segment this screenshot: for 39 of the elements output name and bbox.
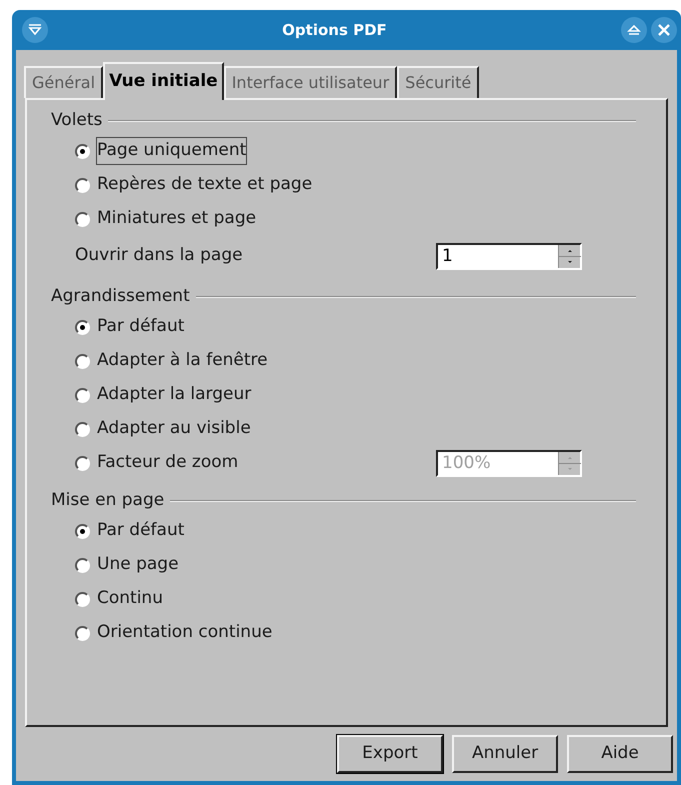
group-title: Agrandissement — [51, 285, 190, 308]
group-title: Mise en page — [51, 489, 164, 512]
spin-field[interactable]: 1 — [436, 242, 582, 270]
dialog-button[interactable]: Annuler — [452, 735, 558, 773]
dialog-button[interactable]: Aide — [567, 735, 673, 773]
radio-button[interactable] — [75, 456, 90, 470]
radio-button[interactable] — [75, 212, 90, 226]
radio-button[interactable] — [75, 558, 90, 572]
radio-button[interactable] — [75, 524, 90, 538]
radio-label: Repères de texte et page — [97, 173, 312, 196]
radio-label: Adapter à la fenêtre — [97, 349, 268, 372]
radio-button[interactable] — [75, 144, 90, 158]
close-icon[interactable] — [651, 17, 677, 43]
radio-button[interactable] — [75, 592, 90, 606]
field-label: Ouvrir dans la page — [75, 244, 243, 268]
radio-label: Une page — [97, 553, 179, 576]
tab[interactable]: Interface utilisateur — [224, 66, 398, 98]
radio-label: Facteur de zoom — [97, 451, 238, 474]
radio-label: Orientation continue — [97, 621, 272, 644]
radio-label: Par défaut — [97, 315, 184, 338]
shade-icon[interactable] — [621, 17, 647, 43]
radio-label: Continu — [97, 587, 163, 610]
radio-label: Adapter la largeur — [97, 383, 252, 406]
menu-icon[interactable] — [22, 17, 48, 43]
window-title: Options PDF — [282, 20, 387, 39]
radio-label: Adapter au visible — [97, 417, 251, 440]
radio-button[interactable] — [75, 320, 90, 334]
radio-button[interactable] — [75, 422, 90, 436]
tab[interactable]: Vue initiale — [103, 62, 224, 100]
radio-label: Miniatures et page — [97, 207, 256, 230]
radio-button[interactable] — [75, 354, 90, 368]
radio-button[interactable] — [75, 626, 90, 640]
group-title: Volets — [51, 109, 102, 132]
radio-label: Page uniquement — [97, 138, 246, 164]
radio-label: Par défaut — [97, 519, 184, 542]
radio-button[interactable] — [75, 178, 90, 192]
tab[interactable]: Sécurité — [397, 66, 480, 98]
radio-button[interactable] — [75, 388, 90, 402]
dialog-button[interactable]: Export — [337, 735, 443, 773]
